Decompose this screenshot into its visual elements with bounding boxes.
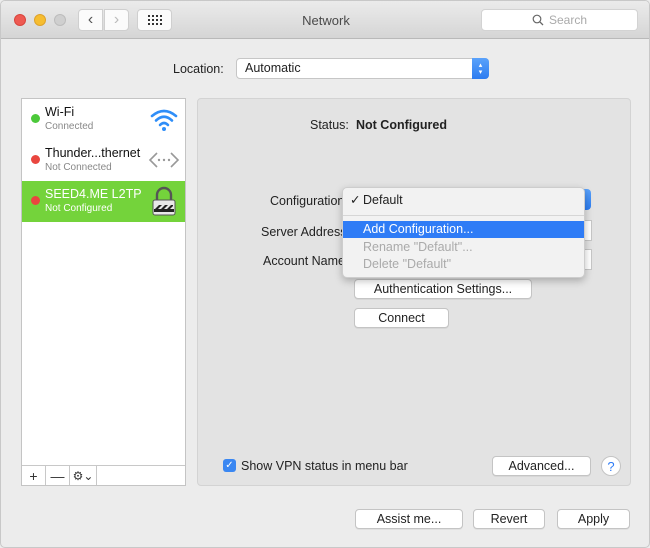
service-actions-button[interactable]: ⚙⌄ (70, 466, 97, 485)
show-vpn-status-label: Show VPN status in menu bar (241, 459, 408, 473)
account-name-label: Account Name (263, 254, 345, 268)
menu-item-label: Default (363, 193, 403, 207)
checkmark-icon: ✓ (350, 193, 361, 207)
chevron-right-icon: › (113, 11, 120, 28)
assist-me-button[interactable]: Assist me... (355, 509, 463, 529)
service-status: Not Configured (45, 203, 113, 214)
network-preferences-window: ‹ › Network Search Location: Automatic ▴… (0, 0, 650, 548)
search-icon (532, 14, 544, 26)
minimize-window-button[interactable] (34, 14, 46, 26)
advanced-button[interactable]: Advanced... (492, 456, 591, 476)
forward-button[interactable]: › (104, 9, 129, 31)
status-value: Not Configured (356, 118, 447, 132)
menu-item-delete: Delete "Default" (363, 257, 452, 271)
service-name: Wi-Fi (45, 105, 75, 119)
question-mark-icon: ? (607, 458, 615, 474)
menu-item-rename: Rename "Default"... (363, 240, 473, 254)
remove-service-button[interactable]: — (46, 466, 70, 485)
service-name: SEED4.ME L2TP (45, 187, 142, 201)
show-vpn-status-checkbox[interactable]: ✓ (223, 459, 236, 472)
lock-icon (152, 186, 176, 216)
wifi-icon (150, 109, 178, 131)
configuration-menu: ✓ Default Add Configuration... Rename "D… (342, 187, 585, 278)
search-field[interactable]: Search (481, 9, 638, 31)
service-status: Connected (45, 121, 94, 132)
revert-button[interactable]: Revert (473, 509, 545, 529)
menu-separator (343, 215, 584, 216)
chevron-left-icon: ‹ (87, 11, 94, 28)
back-button[interactable]: ‹ (78, 9, 103, 31)
location-label: Location: (173, 62, 224, 76)
apply-button[interactable]: Apply (557, 509, 630, 529)
service-list-toolbar: + — ⚙⌄ (22, 465, 185, 485)
ethernet-icon (148, 152, 180, 168)
status-label: Status: (310, 118, 349, 132)
service-item-seed4me-l2tp[interactable]: SEED4.ME L2TP Not Configured (22, 181, 185, 222)
service-item-wifi[interactable]: Wi-Fi Connected (22, 99, 185, 140)
gear-icon: ⚙⌄ (72, 468, 94, 483)
service-name: Thunder...thernet (45, 146, 141, 160)
show-all-button[interactable] (137, 9, 172, 31)
help-button[interactable]: ? (601, 456, 621, 476)
menu-item-add-configuration[interactable]: Add Configuration... (343, 221, 584, 238)
minus-icon: — (50, 467, 65, 484)
close-window-button[interactable] (14, 14, 26, 26)
add-service-button[interactable]: + (22, 466, 46, 485)
status-dot (31, 155, 40, 164)
updown-chevron-icon: ▴ ▾ (472, 58, 489, 79)
title-bar: ‹ › Network Search (1, 1, 649, 39)
search-placeholder: Search (548, 13, 588, 27)
authentication-settings-button[interactable]: Authentication Settings... (354, 279, 532, 299)
status-dot (31, 196, 40, 205)
service-status: Not Connected (45, 162, 112, 173)
zoom-window-button[interactable] (54, 14, 66, 26)
server-address-label: Server Address (261, 225, 347, 239)
status-dot (31, 114, 40, 123)
grid-icon (147, 15, 162, 25)
service-list: Wi-Fi Connected Thunder...thernet Not Co… (21, 98, 186, 486)
location-value: Automatic (245, 61, 301, 75)
configuration-label: Configuration (270, 194, 345, 208)
plus-icon: + (29, 467, 38, 484)
menu-item-default[interactable]: ✓ Default (343, 192, 584, 209)
connect-button[interactable]: Connect (354, 308, 449, 328)
service-item-thunderbolt-ethernet[interactable]: Thunder...thernet Not Connected (22, 140, 185, 181)
location-select[interactable]: Automatic ▴ ▾ (236, 58, 489, 79)
